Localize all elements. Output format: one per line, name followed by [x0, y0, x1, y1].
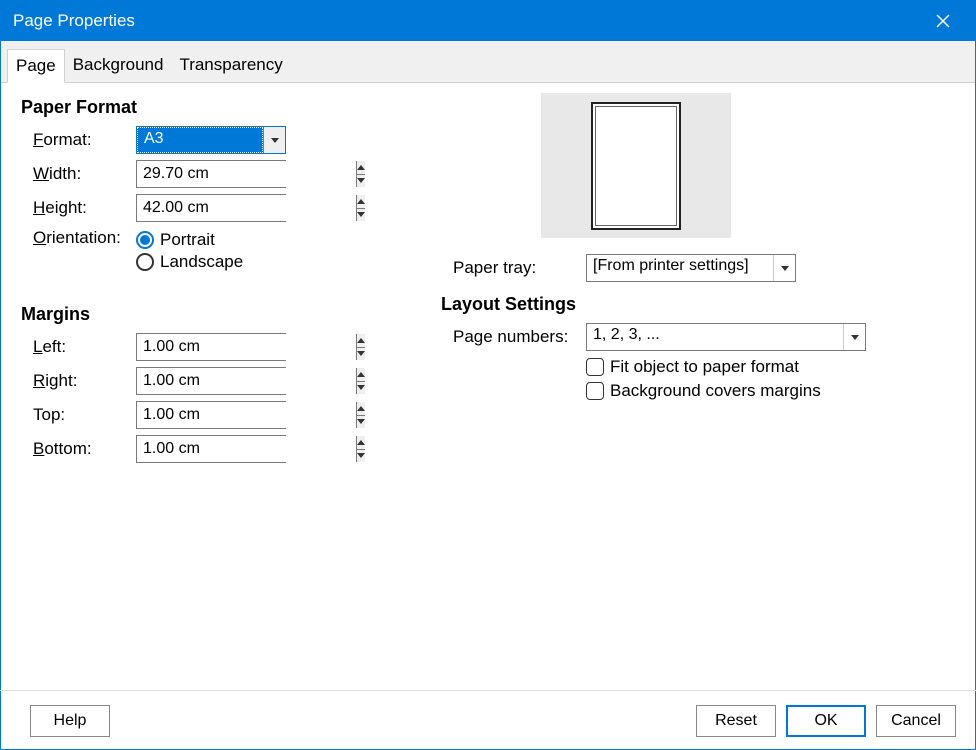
margin-left-label: Left:: [21, 337, 136, 357]
margin-top-spinner[interactable]: [136, 401, 286, 429]
width-label: Width:: [21, 164, 136, 184]
margin-bottom-down[interactable]: [357, 450, 365, 463]
page-numbers-value: 1, 2, 3, ...: [587, 324, 843, 350]
reset-button[interactable]: Reset: [696, 705, 776, 737]
titlebar: Page Properties: [1, 1, 975, 41]
margin-top-up[interactable]: [357, 402, 365, 416]
close-icon: [936, 14, 950, 28]
caret-down-icon: [357, 212, 365, 217]
page-numbers-dropdown[interactable]: [843, 324, 865, 350]
ok-button[interactable]: OK: [786, 705, 866, 737]
margin-bottom-up[interactable]: [357, 436, 365, 450]
height-spinner[interactable]: [136, 194, 286, 222]
height-down[interactable]: [357, 209, 365, 222]
chevron-down-icon: [271, 138, 279, 143]
window-title: Page Properties: [13, 11, 923, 31]
page-numbers-label: Page numbers:: [441, 327, 586, 347]
margin-right-up[interactable]: [357, 368, 365, 382]
page-preview-page: [591, 102, 681, 230]
caret-up-icon: [357, 199, 365, 204]
format-value: A3: [137, 127, 263, 153]
cancel-button[interactable]: Cancel: [876, 705, 956, 737]
margin-left-input[interactable]: [137, 334, 356, 360]
margin-left-spinner[interactable]: [136, 333, 286, 361]
orientation-label: Orientation:: [21, 228, 136, 248]
close-button[interactable]: [923, 1, 963, 41]
margin-top-input[interactable]: [137, 402, 356, 428]
margin-bottom-spinner[interactable]: [136, 435, 286, 463]
checkbox-icon: [586, 382, 604, 400]
fit-object-checkbox[interactable]: Fit object to paper format: [586, 357, 941, 377]
layout-heading: Layout Settings: [441, 294, 941, 315]
margin-top-label: Top:: [21, 405, 136, 425]
width-up[interactable]: [357, 161, 365, 175]
paper-tray-label: Paper tray:: [441, 258, 586, 278]
format-dropdown-button[interactable]: [263, 127, 285, 153]
paper-tray-select[interactable]: [From printer settings]: [586, 254, 796, 282]
height-label: Height:: [21, 198, 136, 218]
format-combo[interactable]: A3: [136, 126, 286, 154]
margin-right-down[interactable]: [357, 382, 365, 395]
margin-right-input[interactable]: [137, 368, 356, 394]
tab-bar: Page Background Transparency: [1, 41, 975, 83]
help-button[interactable]: Help: [30, 705, 110, 737]
orientation-portrait[interactable]: Portrait: [136, 230, 243, 250]
margin-left-up[interactable]: [357, 334, 365, 348]
height-input[interactable]: [137, 195, 356, 221]
margin-left-down[interactable]: [357, 348, 365, 361]
margins-heading: Margins: [21, 304, 441, 325]
orientation-landscape[interactable]: Landscape: [136, 252, 243, 272]
paper-tray-dropdown[interactable]: [773, 255, 795, 281]
chevron-down-icon: [851, 335, 859, 340]
format-label: Format:: [21, 130, 136, 150]
margin-bottom-input[interactable]: [137, 436, 356, 462]
caret-down-icon: [357, 178, 365, 183]
checkbox-icon: [586, 358, 604, 376]
radio-icon: [136, 231, 154, 249]
height-up[interactable]: [357, 195, 365, 209]
margin-right-label: Right:: [21, 371, 136, 391]
paper-format-heading: Paper Format: [21, 97, 441, 118]
tab-transparency[interactable]: Transparency: [171, 49, 290, 82]
dialog-footer: Help Reset OK Cancel: [0, 690, 976, 750]
width-input[interactable]: [137, 161, 356, 187]
tab-page[interactable]: Page: [7, 49, 65, 83]
page-numbers-select[interactable]: 1, 2, 3, ...: [586, 323, 866, 351]
margin-bottom-label: Bottom:: [21, 439, 136, 459]
chevron-down-icon: [781, 266, 789, 271]
margin-top-down[interactable]: [357, 416, 365, 429]
margin-right-spinner[interactable]: [136, 367, 286, 395]
tab-background[interactable]: Background: [65, 49, 172, 82]
background-covers-checkbox[interactable]: Background covers margins: [586, 381, 941, 401]
page-preview: [541, 93, 731, 238]
width-spinner[interactable]: [136, 160, 286, 188]
width-down[interactable]: [357, 175, 365, 188]
radio-icon: [136, 253, 154, 271]
paper-tray-value: [From printer settings]: [587, 255, 773, 281]
caret-up-icon: [357, 165, 365, 170]
